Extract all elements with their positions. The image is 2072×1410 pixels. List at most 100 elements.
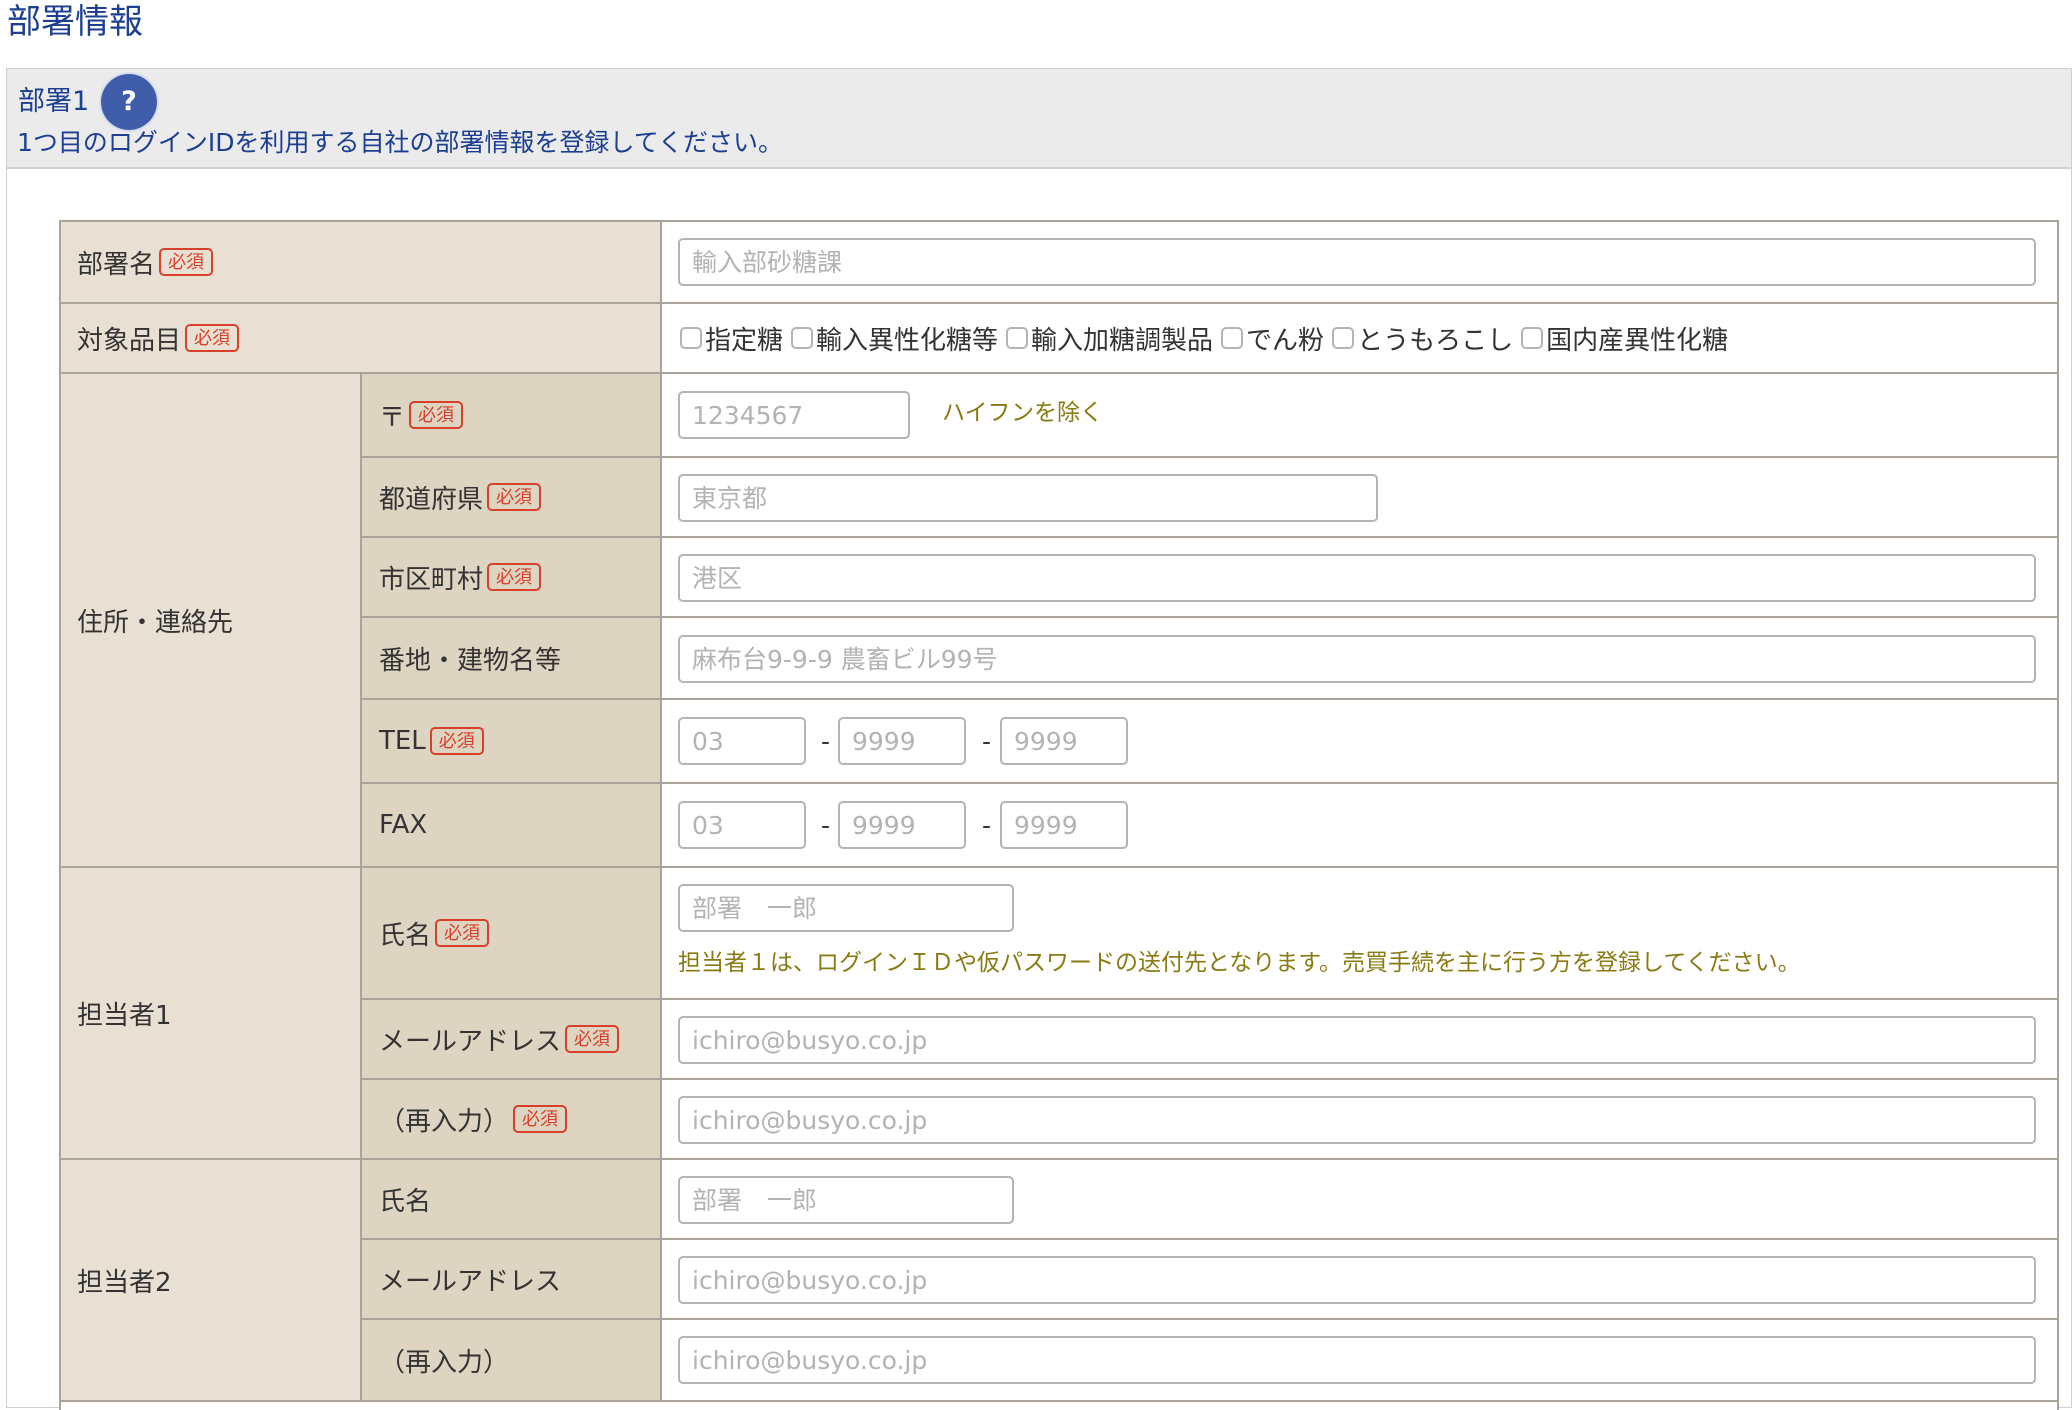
city-value-cell	[662, 538, 2059, 618]
required-badge: 必須	[487, 563, 542, 591]
city-label-cell: 市区町村 必須	[362, 538, 662, 618]
postal-hint: ハイフンを除く	[942, 400, 1103, 426]
street-label-cell: 番地・建物名等	[362, 618, 662, 700]
contact2-email-input[interactable]	[678, 1256, 2036, 1304]
contact1-email-confirm-label: （再入力）	[379, 1106, 510, 1137]
tel-separator: -	[821, 726, 831, 756]
department-name-value-cell	[662, 222, 2059, 304]
contact1-email-label-cell: メールアドレス 必須	[362, 1000, 662, 1080]
section-title: 部署1	[18, 86, 90, 117]
contact2-email-label-cell: メールアドレス	[362, 1240, 662, 1320]
contact2-name-value-cell	[662, 1160, 2059, 1240]
department-form-table: 部署名 必須 対象品目 必須 指定糖 輸入異性化糖等 輸入加糖調製品	[59, 220, 2059, 1410]
checkbox[interactable]	[1521, 327, 1544, 349]
tel-value-cell: - -	[662, 700, 2059, 784]
tel-exchange-input[interactable]	[838, 717, 966, 765]
checkbox-item-import-isomerized-sugar[interactable]: 輸入異性化糖等	[791, 320, 998, 357]
prefecture-label-cell: 都道府県 必須	[362, 458, 662, 538]
fax-label-cell: FAX	[362, 784, 662, 868]
contact2-name-label: 氏名	[379, 1186, 432, 1217]
contact2-email-confirm-label-cell: （再入力）	[362, 1320, 662, 1402]
fax-area-code-input[interactable]	[678, 801, 806, 849]
target-items-value-cell: 指定糖 輸入異性化糖等 輸入加糖調製品 でん粉 とうもろこし 国内産異性化糖	[662, 304, 2059, 374]
postal-label-cell: 〒 必須	[362, 374, 662, 458]
required-badge: 必須	[159, 248, 214, 276]
help-icon[interactable]: ?	[101, 74, 157, 130]
contact2-name-input[interactable]	[678, 1176, 1014, 1224]
city-input[interactable]	[678, 554, 2036, 602]
section-description: 1つ目のログインIDを利用する自社の部署情報を登録してください。	[17, 128, 784, 157]
checkbox-label: 指定糖	[705, 325, 784, 356]
checkbox-label: でん粉	[1246, 325, 1325, 356]
checkbox[interactable]	[1006, 327, 1029, 349]
checkbox-item-corn[interactable]: とうもろこし	[1332, 320, 1513, 357]
required-badge: 必須	[409, 401, 464, 429]
department-name-label: 部署名	[77, 249, 156, 280]
contact1-email-confirm-input[interactable]	[678, 1096, 2036, 1144]
target-items-label: 対象品目	[77, 325, 182, 356]
checkbox-label: とうもろこし	[1357, 325, 1514, 356]
contact1-email-value-cell	[662, 1000, 2059, 1080]
contact1-group-label: 担当者1	[77, 1000, 172, 1031]
fax-value-cell: - -	[662, 784, 2059, 868]
contact1-email-confirm-value-cell	[662, 1080, 2059, 1160]
contact1-email-label: メールアドレス	[379, 1026, 562, 1057]
contact1-hint: 担当者１は、ログインＩＤや仮パスワードの送付先となります。売買手続を主に行う方を…	[678, 950, 1801, 976]
required-badge: 必須	[487, 483, 542, 511]
contact2-email-confirm-label: （再入力）	[379, 1347, 510, 1378]
required-badge: 必須	[565, 1025, 620, 1053]
address-group-label: 住所・連絡先	[77, 607, 234, 638]
required-badge: 必須	[513, 1105, 568, 1133]
checkbox[interactable]	[1332, 327, 1355, 349]
tel-number-input[interactable]	[1000, 717, 1128, 765]
contact2-email-confirm-value-cell	[662, 1320, 2059, 1402]
checkbox-item-import-sweetened-products[interactable]: 輸入加糖調製品	[1006, 320, 1213, 357]
city-label: 市区町村	[379, 564, 484, 595]
required-badge: 必須	[435, 919, 490, 947]
checkbox-label: 国内産異性化糖	[1546, 325, 1729, 356]
checkbox[interactable]	[680, 327, 702, 349]
department-name-input[interactable]	[678, 238, 2036, 286]
contact1-name-label-cell: 氏名 必須	[362, 868, 662, 1000]
tel-area-code-input[interactable]	[678, 717, 806, 765]
contact1-name-input[interactable]	[678, 884, 1014, 932]
prefecture-value-cell	[662, 458, 2059, 538]
page-title: 部署情報	[7, 2, 143, 42]
contact2-email-confirm-input[interactable]	[678, 1336, 2036, 1384]
contact1-email-input[interactable]	[678, 1016, 2036, 1064]
checkbox-item-shiteito[interactable]: 指定糖	[680, 320, 783, 357]
street-label: 番地・建物名等	[379, 645, 562, 676]
contact2-email-value-cell	[662, 1240, 2059, 1320]
prefecture-label: 都道府県	[379, 484, 484, 515]
contact1-name-label: 氏名	[379, 920, 432, 951]
prefecture-input[interactable]	[678, 474, 1378, 522]
fax-label: FAX	[379, 810, 428, 840]
checkbox[interactable]	[1221, 327, 1244, 349]
fax-separator: -	[821, 810, 831, 840]
checkbox[interactable]	[791, 327, 814, 349]
required-badge: 必須	[429, 727, 484, 755]
section-header: 部署1 ? 1つ目のログインIDを利用する自社の部署情報を登録してください。	[7, 69, 2071, 169]
required-badge: 必須	[185, 324, 240, 352]
checkbox-item-domestic-isomerized-sugar[interactable]: 国内産異性化糖	[1521, 320, 1728, 357]
tel-separator: -	[982, 726, 992, 756]
address-group-label-cell: 住所・連絡先	[61, 374, 362, 868]
tel-label: TEL	[379, 726, 426, 756]
street-address-input[interactable]	[678, 635, 2036, 683]
checkbox-item-starch[interactable]: でん粉	[1221, 320, 1324, 357]
target-items-label-cell: 対象品目 必須	[61, 304, 662, 374]
street-value-cell	[662, 618, 2059, 700]
contact2-group-label-cell: 担当者2	[61, 1160, 362, 1402]
postal-code-input[interactable]	[678, 391, 910, 439]
fax-number-input[interactable]	[1000, 801, 1128, 849]
contact2-name-label-cell: 氏名	[362, 1160, 662, 1240]
fax-exchange-input[interactable]	[838, 801, 966, 849]
department-name-label-cell: 部署名 必須	[61, 222, 662, 304]
target-items-checkbox-group: 指定糖 輸入異性化糖等 輸入加糖調製品 でん粉 とうもろこし 国内産異性化糖	[680, 304, 1730, 372]
contact2-email-label: メールアドレス	[379, 1266, 562, 1297]
checkbox-label: 輸入異性化糖等	[816, 325, 999, 356]
contact1-group-label-cell: 担当者1	[61, 868, 362, 1160]
contact1-name-value-cell: 担当者１は、ログインＩＤや仮パスワードの送付先となります。売買手続を主に行う方を…	[662, 868, 2059, 1000]
tel-label-cell: TEL 必須	[362, 700, 662, 784]
checkbox-label: 輸入加糖調製品	[1031, 325, 1214, 356]
